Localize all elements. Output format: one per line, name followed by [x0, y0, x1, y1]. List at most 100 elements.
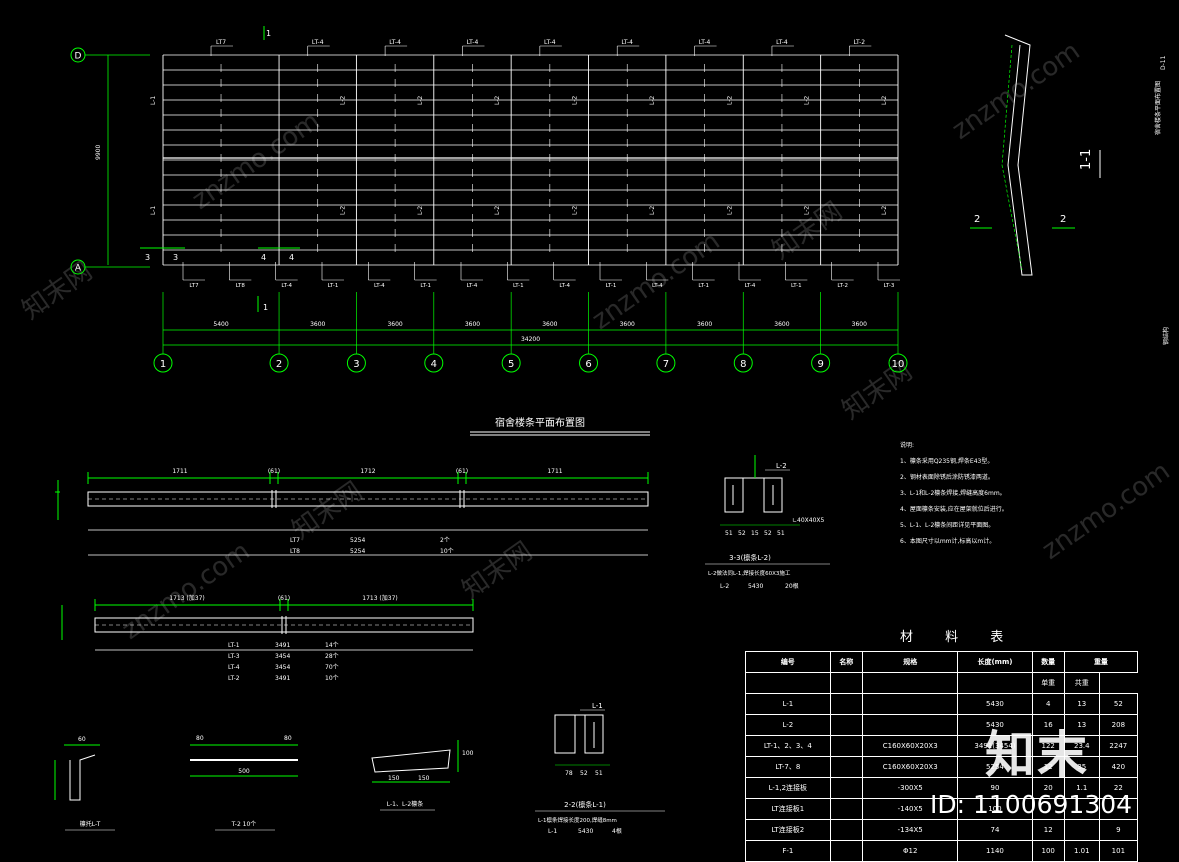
- e2-dim-3: 1713 (加37): [362, 594, 398, 602]
- axis-number: 6: [585, 359, 591, 370]
- axis-number: 10: [892, 359, 905, 370]
- table-cell: LT连接板2: [745, 819, 831, 841]
- span-dim: 3600: [310, 321, 325, 328]
- d3-dim-1: 150: [388, 775, 400, 782]
- table-cell: [829, 693, 864, 715]
- bottom-lt-label: LT-4: [652, 283, 663, 289]
- e1-dim-4: (61): [456, 468, 468, 475]
- beam-label: L-2: [494, 206, 501, 215]
- table-cell: L-2: [745, 714, 831, 736]
- span-dim: 3600: [774, 321, 789, 328]
- table-cell: Φ12: [861, 840, 959, 862]
- e2-row-qty: 28个: [325, 653, 339, 660]
- e1-dim-3: 1712: [360, 468, 375, 475]
- span-dim: 3600: [465, 321, 480, 328]
- beam-label: L-1: [150, 96, 157, 105]
- table-cell: [829, 714, 864, 736]
- table-cell: [829, 798, 864, 820]
- beam-label: L-2: [804, 96, 811, 105]
- bottom-lt-label: LT-4: [281, 283, 292, 289]
- drawing-caption: 钢结构: [1162, 327, 1170, 345]
- e1-row-qty: 2个: [440, 537, 450, 544]
- e1-row-id: LT7: [290, 537, 300, 544]
- e2-row-len: 3491: [275, 642, 290, 649]
- materials-title: 材 料 表: [900, 630, 1018, 645]
- mat-head-weight: 重量: [1063, 651, 1139, 673]
- s22-dim: 78: [565, 770, 573, 777]
- top-lt-label: LT7: [216, 39, 226, 46]
- table-cell: [1063, 819, 1100, 841]
- bottom-lt-label: LT-1: [606, 283, 617, 289]
- depth-dim: 9900: [95, 145, 102, 160]
- mat-head-name: 名称: [829, 651, 864, 673]
- section-mark-3b: 3: [173, 253, 178, 262]
- table-cell: 1.01: [1063, 840, 1100, 862]
- d3-dim-3: 100: [462, 750, 474, 757]
- table-cell: [829, 777, 864, 799]
- e2-row-qty: 10个: [325, 675, 339, 682]
- axis-number: 1: [160, 359, 166, 370]
- s33-note: L-2做法同L-1,焊接长度60X3施工: [708, 569, 791, 577]
- design-notes: 说明: 1、檩条采用Q235钢,焊条E43型。 2、钢材表面除锈后涂防锈漆两道。…: [900, 438, 1170, 550]
- mat-head-spec: 规格: [861, 651, 959, 673]
- section-mark-left: 2: [974, 214, 980, 225]
- d2-dim-len: 500: [238, 768, 250, 775]
- beam-label: L-2: [881, 96, 888, 105]
- beam-label: L-2: [572, 206, 579, 215]
- table-cell: L-1,2连接板: [745, 777, 831, 799]
- span-dim: 3600: [852, 321, 867, 328]
- bottom-lt-label: LT-1: [513, 283, 524, 289]
- table-cell: LT连接板1: [745, 798, 831, 820]
- d1-caption: 檩托L-T: [80, 820, 101, 828]
- e1-dim-1: 1711: [172, 468, 187, 475]
- s33-angle: ∟40X40X5: [792, 517, 825, 524]
- detail-t2: 80 80 500 T-2 10个: [190, 735, 298, 831]
- d3-dim-2: 150: [418, 775, 430, 782]
- table-cell: 5430: [957, 693, 1033, 715]
- note-item-4: 4、屋面檩条安装,应在屋架就位后进行。: [900, 506, 1008, 513]
- table-row: L-1 5430 4 13 52: [745, 693, 1139, 715]
- axis-number: 2: [276, 359, 282, 370]
- span-dim: 3600: [542, 321, 557, 328]
- note-item-2: 2、钢材表面除锈后涂防锈漆两道。: [900, 474, 994, 481]
- top-lt-label: LT-2: [854, 39, 866, 46]
- detail-lt: 60 檩托L-T: [54, 736, 115, 831]
- axis-letter: D: [75, 52, 82, 62]
- section-1-1-title: 1-1: [1079, 149, 1094, 170]
- top-lt-label: LT-4: [312, 39, 324, 46]
- table-cell: [829, 819, 864, 841]
- span-dim: 3600: [620, 321, 635, 328]
- table-cell: 420: [1098, 756, 1139, 778]
- e2-dim-2: (61): [278, 595, 290, 602]
- beam-label: L-2: [417, 206, 424, 215]
- elevation-lt1: 1713 (加37) (61) 1713 (加37) LT-1 3491 14个 LT…: [61, 594, 474, 682]
- table-cell: -134X5: [861, 819, 959, 841]
- s33-dim: 52: [738, 530, 746, 537]
- plan-title: 宿舍楼条平面布置图: [495, 416, 585, 429]
- e2-row-len: 3454: [275, 664, 290, 671]
- axis-number: 4: [431, 359, 437, 370]
- table-cell: [829, 735, 864, 757]
- e2-row-id: LT-4: [228, 664, 240, 671]
- table-cell: C160X60X20X3: [861, 735, 959, 757]
- axis-number: 9: [817, 359, 823, 370]
- d1-dim: 60: [78, 736, 86, 743]
- bottom-lt-label: LT-4: [745, 283, 756, 289]
- bottom-lt-label: LT-1: [420, 283, 431, 289]
- table-cell: 4: [1031, 693, 1065, 715]
- watermark-text: 知末网: [457, 536, 538, 605]
- beam-label: L-2: [339, 96, 346, 105]
- beam-label: L-2: [494, 96, 501, 105]
- e1-row-id: LT8: [290, 548, 300, 555]
- d3-caption: L-1、L-2檩条: [387, 800, 423, 808]
- beam-label: L-2: [804, 206, 811, 215]
- total-dim: 34200: [521, 336, 540, 343]
- watermark-text: znzmo.com: [947, 36, 1086, 146]
- s33-dim: 52: [764, 530, 772, 537]
- bottom-lt-label: LT-1: [328, 283, 339, 289]
- section-1-1: 1-1 2 2 宿舍楼条平面布置图 D-11 钢结构: [970, 34, 1170, 345]
- table-cell: F-1: [745, 840, 831, 862]
- s33-dim: 51: [725, 530, 733, 537]
- e2-row-qty: 14个: [325, 642, 339, 649]
- e2-row-len: 3454: [275, 653, 290, 660]
